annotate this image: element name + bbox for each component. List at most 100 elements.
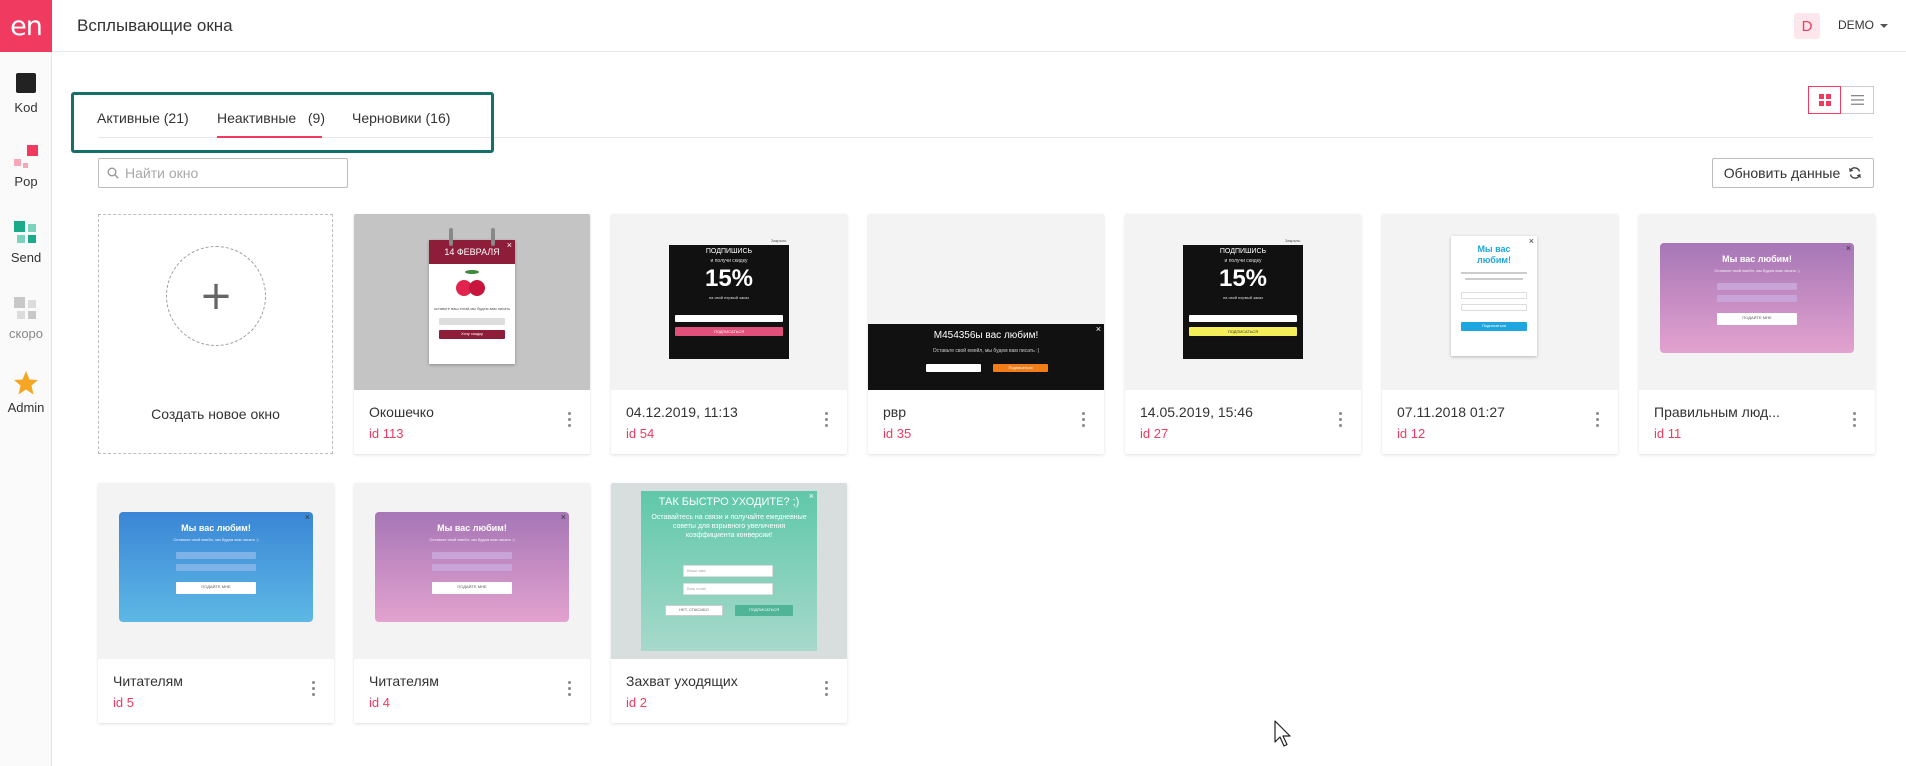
preview-subscribe: ПОДПИШИСЬ и получи скидку 15% на свой пе… bbox=[669, 245, 789, 359]
app-logo[interactable]: en bbox=[0, 0, 52, 52]
list-view-button[interactable] bbox=[1841, 86, 1874, 114]
sidebar-item-label: Send bbox=[10, 250, 42, 265]
chevron-down-icon[interactable] bbox=[1880, 24, 1888, 28]
popup-preview: ПОДПИШИСЬ и получи скидку 15% на свой пе… bbox=[1125, 214, 1361, 390]
sidebar-item-kod[interactable]: Kod bbox=[0, 70, 52, 115]
preview-close-link: Закрыть bbox=[771, 238, 787, 243]
create-popup-card[interactable]: + Создать новое окно bbox=[98, 214, 333, 454]
grid-view-button[interactable] bbox=[1808, 86, 1841, 114]
sidebar-item-send[interactable]: Send bbox=[0, 220, 52, 265]
preview-subscribe-note: на свой первый заказ bbox=[1222, 295, 1264, 300]
popup-id: id 113 bbox=[369, 426, 404, 441]
popup-id: id 2 bbox=[626, 695, 647, 710]
more-options-icon[interactable] bbox=[825, 681, 829, 697]
preview-love-text: Оставьте свой емейл, мы будем вам писать… bbox=[429, 537, 515, 542]
preview-love-button: ПОДАЙТЕ МНЕ bbox=[201, 584, 231, 589]
sidebar: en Kod Pop Send скоро Admin bbox=[0, 0, 52, 766]
more-options-icon[interactable] bbox=[1596, 412, 1600, 428]
refresh-label: Обновить данные bbox=[1723, 165, 1841, 181]
preview-calendar-text: оставьте ваш email,мы будем вам писать bbox=[433, 306, 511, 311]
tab-inactive[interactable]: Неактивные (9) bbox=[217, 110, 325, 126]
popup-card[interactable]: × Мы вас любим! Оставьте свой емейл, мы … bbox=[354, 483, 590, 723]
preview-love-button: ПОДАЙТЕ МНЕ bbox=[457, 584, 487, 589]
popup-card[interactable]: × ТАК БЫСТРО УХОДИТЕ? ;) Оставайтесь на … bbox=[611, 483, 847, 723]
preview-dark-title: M454356ы вас любим! bbox=[933, 330, 1039, 341]
popup-preview: × Мы вас любим! Оставьте свой емейл, мы … bbox=[98, 483, 334, 659]
popup-id: id 35 bbox=[883, 426, 912, 441]
active-tab-indicator bbox=[217, 136, 322, 138]
popup-card[interactable]: × Мы вас любим! Оставьте свой емейл, мы … bbox=[98, 483, 334, 723]
sidebar-item-label: Kod bbox=[14, 100, 38, 115]
popup-card[interactable]: ПОДПИШИСЬ и получи скидку 15% на свой пе… bbox=[611, 214, 847, 454]
create-popup-label: Создать новое окно bbox=[151, 406, 280, 422]
search-input[interactable] bbox=[125, 160, 335, 186]
more-options-icon[interactable] bbox=[1082, 412, 1086, 428]
preview-subscribe-note: на свой первый заказ bbox=[708, 295, 750, 300]
popup-name: Читателям bbox=[113, 673, 183, 689]
preview-calendar-title: 14 ФЕВРАЛЯ bbox=[444, 247, 500, 257]
sidebar-item-label: Admin bbox=[7, 400, 45, 415]
tab-drafts[interactable]: Черновики (16) bbox=[352, 110, 450, 126]
preview-subscribe-sub: и получи скидку bbox=[1224, 258, 1262, 264]
tab-active[interactable]: Активные (21) bbox=[97, 110, 189, 126]
sidebar-item-label: Pop bbox=[14, 174, 38, 189]
preview-love-text: Оставьте свой емейл, мы будем вам писать… bbox=[1714, 268, 1800, 273]
popup-id: id 27 bbox=[1140, 426, 1169, 441]
popup-card[interactable]: × Мы вас любим! Подписаться 07.11.2018 0… bbox=[1382, 214, 1618, 454]
preview-subscribe-button: ПОДПИСАТЬСЯ bbox=[1227, 329, 1259, 334]
popup-card[interactable]: M454356ы вас любим! Оставьте свой емейл,… bbox=[868, 214, 1104, 454]
more-options-icon[interactable] bbox=[1339, 412, 1343, 428]
preview-exit-text: Оставайтесь на связи и получайте ежеднев… bbox=[651, 514, 807, 539]
popup-id: id 5 bbox=[113, 695, 134, 710]
view-toggle bbox=[1808, 86, 1874, 114]
preview-love-text: Оставьте свой емейл, мы будем вам писать… bbox=[173, 537, 259, 542]
square-icon bbox=[13, 70, 39, 96]
list-icon bbox=[1850, 95, 1864, 105]
popup-preview: 14 ФЕВРАЛЯ × оставьте ваш email,мы будем… bbox=[354, 214, 590, 390]
preview-subscribe-head: ПОДПИШИСЬ bbox=[1219, 248, 1267, 255]
preview-close-link: Закрыть bbox=[1285, 238, 1301, 243]
avatar[interactable]: D bbox=[1794, 13, 1820, 39]
more-options-icon[interactable] bbox=[312, 681, 316, 697]
more-options-icon[interactable] bbox=[825, 412, 829, 428]
preview-love: × Мы вас любим! Оставьте свой емейл, мы … bbox=[375, 512, 569, 622]
preview-dark-text: Оставьте свой емейл, мы будем вам писать… bbox=[932, 348, 1040, 354]
preview-exit-title: ТАК БЫСТРО УХОДИТЕ? ;) bbox=[658, 496, 800, 508]
popup-name: 14.05.2019, 15:46 bbox=[1140, 404, 1253, 420]
grid-icon bbox=[1818, 94, 1831, 106]
send-grid-icon bbox=[13, 220, 39, 246]
top-header: Всплывающие окна D DEMO bbox=[52, 0, 1906, 52]
popup-preview: × Мы вас любим! Оставьте свой емейл, мы … bbox=[1639, 214, 1875, 390]
preview-dark-button: Подписаться bbox=[1008, 365, 1033, 370]
more-options-icon[interactable] bbox=[568, 412, 572, 428]
popup-card[interactable]: ПОДПИШИСЬ и получи скидку 15% на свой пе… bbox=[1125, 214, 1361, 454]
popup-preview: × Мы вас любим! Подписаться bbox=[1382, 214, 1618, 390]
grey-grid-icon bbox=[13, 296, 39, 322]
preview-subscribe: ПОДПИШИСЬ и получи скидку 15% на свой пе… bbox=[1183, 245, 1303, 359]
sidebar-item-label: скоро bbox=[8, 326, 44, 341]
refresh-button[interactable]: Обновить данные bbox=[1712, 158, 1874, 188]
preview-subscribe-button: ПОДПИСАТЬСЯ bbox=[713, 329, 745, 334]
preview-exit-field2: Ваш email bbox=[687, 586, 706, 591]
sidebar-item-pop[interactable]: Pop bbox=[0, 144, 52, 189]
popup-name: рвр bbox=[883, 404, 907, 420]
popup-name: Правильным люд... bbox=[1654, 404, 1780, 420]
more-options-icon[interactable] bbox=[568, 681, 572, 697]
account-menu[interactable]: DEMO bbox=[1838, 18, 1874, 32]
popup-id: id 12 bbox=[1397, 426, 1426, 441]
search-icon bbox=[107, 167, 119, 179]
more-options-icon[interactable] bbox=[1853, 412, 1857, 428]
popup-id: id 54 bbox=[626, 426, 655, 441]
sidebar-item-soon[interactable]: скоро bbox=[0, 296, 52, 341]
search-box bbox=[98, 158, 348, 188]
preview-exit-field1: Ваше имя bbox=[687, 568, 706, 573]
page-title: Всплывающие окна bbox=[77, 16, 233, 35]
popup-name: 07.11.2018 01:27 bbox=[1397, 404, 1505, 420]
popup-name: Окошечко bbox=[369, 404, 434, 420]
popups-icon bbox=[13, 144, 39, 170]
popup-card[interactable]: × Мы вас любим! Оставьте свой емейл, мы … bbox=[1639, 214, 1875, 454]
popup-preview: ПОДПИШИСЬ и получи скидку 15% на свой пе… bbox=[611, 214, 847, 390]
popup-card[interactable]: 14 ФЕВРАЛЯ × оставьте ваш email,мы будем… bbox=[354, 214, 590, 454]
preview-love: × Мы вас любим! Оставьте свой емейл, мы … bbox=[1660, 243, 1854, 353]
sidebar-item-admin[interactable]: Admin bbox=[0, 370, 52, 415]
